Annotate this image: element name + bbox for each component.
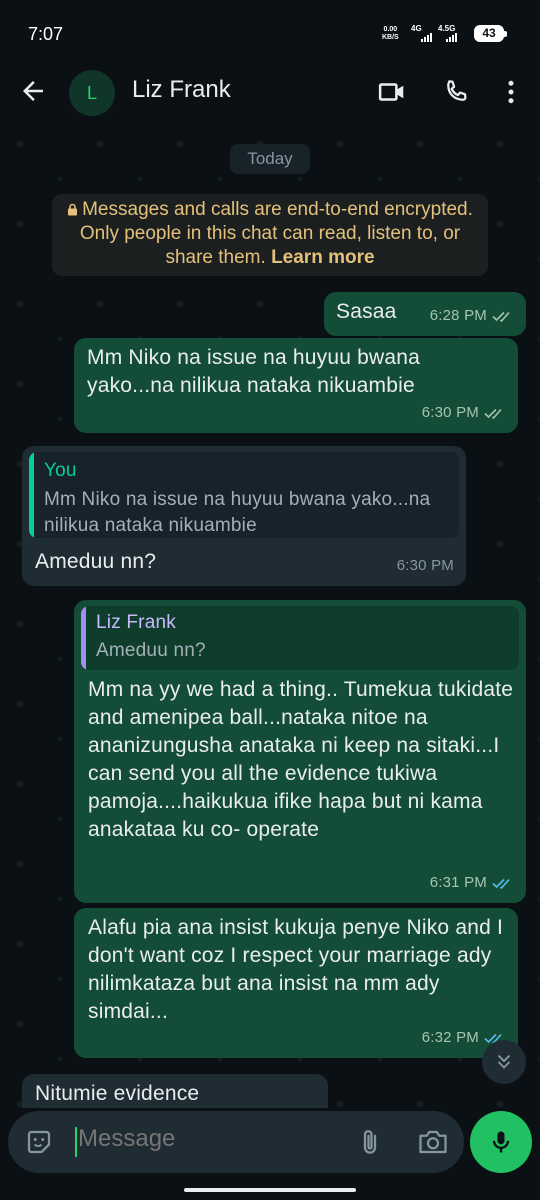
composer-bar — [0, 1108, 540, 1200]
net-speed-unit: KB/S — [382, 34, 399, 41]
status-time: 7:07 — [28, 24, 64, 44]
sticker-icon[interactable] — [24, 1127, 54, 1157]
quote-accent-bar — [29, 452, 34, 538]
date-chip: Today — [230, 144, 310, 174]
message-text: Nitumie evidence — [35, 1082, 200, 1105]
quoted-message[interactable]: You Mm Niko na issue na huyuu bwana yako… — [29, 452, 459, 538]
quoted-message[interactable]: Liz Frank Ameduu nn? — [81, 606, 519, 670]
voice-call-icon[interactable] — [441, 77, 471, 107]
message-time: 6:31 PM — [429, 874, 487, 891]
message-time: 6:30 PM — [396, 557, 454, 574]
message-bubble-outgoing[interactable]: Sasaa 6:28 PM — [324, 292, 526, 336]
message-text: Alafu pia ana insist kukuja penye Niko a… — [88, 916, 504, 1023]
attach-icon[interactable] — [355, 1127, 385, 1157]
mic-button[interactable] — [470, 1111, 532, 1173]
quote-accent-bar — [81, 606, 86, 670]
double-check-icon — [492, 311, 510, 323]
learn-more-link[interactable]: Learn more — [271, 247, 374, 268]
scroll-to-bottom-button[interactable] — [482, 1040, 526, 1084]
signal-label-1: 4G — [411, 24, 422, 33]
lock-icon — [68, 203, 78, 216]
message-time: 6:32 PM — [421, 1029, 479, 1046]
message-bubble-outgoing[interactable]: Mm Niko na issue na huyuu bwana yako...n… — [74, 338, 518, 433]
signal-bars-1-icon — [421, 33, 432, 42]
text-caret — [75, 1127, 77, 1157]
message-time: 6:28 PM — [429, 307, 487, 324]
mic-icon — [492, 1131, 510, 1153]
message-meta: 6:30 PM — [397, 552, 454, 580]
message-time: 6:30 PM — [421, 404, 479, 421]
message-text: Ameduu nn? — [35, 550, 157, 573]
chat-area[interactable]: Today Messages and calls are end-to-end … — [0, 124, 540, 1114]
message-input-box[interactable] — [8, 1111, 464, 1173]
net-speed-value: 0.00 — [383, 26, 398, 33]
message-bubble-outgoing[interactable]: Alafu pia ana insist kukuja penye Niko a… — [74, 908, 518, 1058]
quote-author: Liz Frank — [96, 612, 176, 633]
quote-author: You — [44, 460, 77, 481]
message-text: Mm na yy we had a thing.. Tumekua tukida… — [88, 678, 514, 841]
message-input[interactable] — [78, 1125, 348, 1153]
chevron-double-down-icon — [497, 1054, 511, 1069]
more-vert-icon[interactable] — [496, 77, 526, 107]
quote-text: Mm Niko na issue na huyuu bwana yako...n… — [44, 489, 431, 536]
encryption-notice[interactable]: Messages and calls are end-to-end encryp… — [52, 194, 488, 276]
message-bubble-outgoing[interactable]: Liz Frank Ameduu nn? Mm na yy we had a t… — [74, 600, 526, 903]
status-bar: 7:07 0.00 KB/S 4G 4.5G 43 — [0, 0, 540, 62]
battery-icon: 43 — [474, 25, 507, 42]
message-meta: 6:30 PM — [422, 399, 506, 427]
double-check-icon — [492, 878, 510, 890]
home-indicator[interactable] — [184, 1188, 356, 1192]
avatar[interactable]: L — [69, 70, 115, 116]
message-bubble-incoming[interactable]: You Mm Niko na issue na huyuu bwana yako… — [22, 446, 466, 586]
back-arrow-icon[interactable] — [18, 76, 48, 106]
message-text: Mm Niko na issue na huyuu bwana yako...n… — [87, 346, 421, 397]
message-meta: 6:28 PM — [430, 302, 514, 330]
signal-bars-2-icon — [446, 33, 457, 42]
camera-icon[interactable] — [416, 1127, 450, 1157]
quote-text: Ameduu nn? — [96, 640, 206, 661]
contact-name[interactable]: Liz Frank — [132, 76, 231, 104]
double-check-icon — [484, 408, 502, 420]
video-call-icon[interactable] — [377, 77, 407, 107]
chat-header: L Liz Frank — [0, 62, 540, 124]
message-meta: 6:31 PM — [430, 869, 514, 897]
signal-label-2: 4.5G — [438, 24, 456, 33]
net-speed: 0.00 KB/S — [382, 26, 399, 42]
message-text: Sasaa — [336, 300, 397, 323]
